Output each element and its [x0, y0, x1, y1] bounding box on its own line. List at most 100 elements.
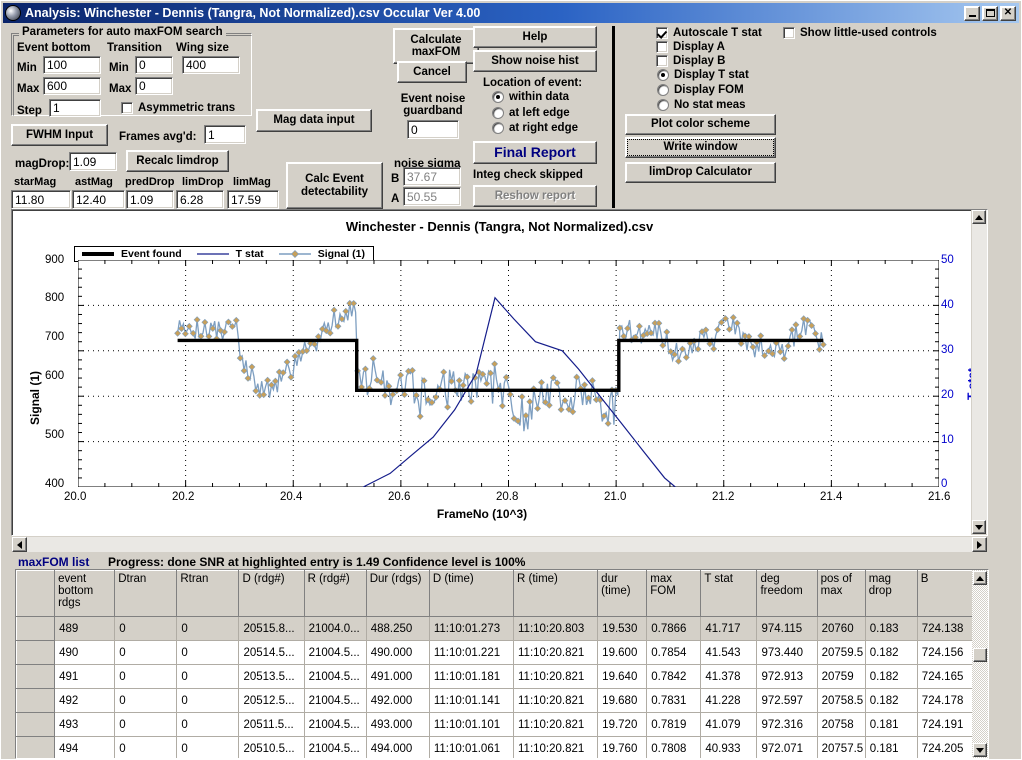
- table-cell[interactable]: 20514.5...: [238, 640, 305, 665]
- table-vertical-scrollbar[interactable]: [972, 570, 988, 758]
- table-cell[interactable]: 41.079: [700, 712, 758, 737]
- table-scroll-down-button[interactable]: [973, 743, 987, 757]
- table-cell[interactable]: 20757.5: [816, 736, 866, 758]
- table-col-d-time[interactable]: D (time): [428, 570, 515, 617]
- table-cell[interactable]: 0.182: [864, 664, 918, 689]
- table-col-max-fom[interactable]: max FOM: [646, 570, 702, 617]
- table-cell[interactable]: 490.000: [365, 640, 430, 665]
- frames-avgd-input[interactable]: 1: [204, 125, 246, 144]
- table-cell[interactable]: 0: [176, 640, 240, 665]
- table-cell[interactable]: 20511.5...: [238, 712, 305, 737]
- table-col-t-stat[interactable]: T stat: [700, 570, 758, 617]
- show-noise-hist-button[interactable]: Show noise hist: [473, 50, 597, 72]
- table-cell[interactable]: 0.182: [864, 688, 918, 713]
- chart-scroll-down-button[interactable]: [972, 520, 986, 534]
- table-cell[interactable]: 20759.5: [816, 640, 866, 665]
- recalc-limdrop-button[interactable]: Recalc limdrop: [126, 150, 229, 172]
- table-cell[interactable]: 0: [114, 688, 178, 713]
- table-cell[interactable]: 21004.5...: [303, 712, 367, 737]
- table-col-mag-drop[interactable]: mag drop: [864, 570, 918, 617]
- reshow-report-button[interactable]: Reshow report: [473, 185, 597, 207]
- table-cell[interactable]: 11:10:20.821: [512, 712, 599, 737]
- table-scroll-thumb[interactable]: [973, 648, 987, 662]
- table-cell[interactable]: 11:10:20.821: [512, 640, 599, 665]
- table-cell[interactable]: 20759: [816, 664, 866, 689]
- table-cell[interactable]: 724.178: [916, 688, 974, 713]
- table-row-handle[interactable]: [16, 664, 56, 689]
- table-cell[interactable]: 11:10:20.821: [512, 664, 599, 689]
- table-cell[interactable]: 494.000: [365, 736, 430, 758]
- table-cell[interactable]: 11:10:20.803: [512, 616, 599, 641]
- table-cell[interactable]: 11:10:01.101: [428, 712, 515, 737]
- help-button[interactable]: Help: [473, 26, 597, 48]
- table-cell[interactable]: 0: [176, 616, 240, 641]
- table-cell[interactable]: 974.115: [756, 616, 818, 641]
- mag-data-input-button[interactable]: Mag data input: [256, 109, 372, 132]
- limdrop-calculator-button[interactable]: limDrop Calculator: [625, 162, 776, 183]
- table-cell[interactable]: 492: [54, 688, 116, 713]
- table-cell[interactable]: 0.182: [864, 640, 918, 665]
- table-cell[interactable]: 21004.5...: [303, 640, 367, 665]
- table-cell[interactable]: 20760: [816, 616, 866, 641]
- table-cell[interactable]: 19.600: [597, 640, 648, 665]
- table-cell[interactable]: 973.440: [756, 640, 818, 665]
- plot-color-scheme-button[interactable]: Plot color scheme: [625, 114, 776, 135]
- radio-within-data[interactable]: within data: [492, 91, 569, 103]
- magdrop-input[interactable]: 1.09: [69, 152, 117, 171]
- table-cell[interactable]: 11:10:20.821: [512, 688, 599, 713]
- chart-scroll-up-button[interactable]: [972, 210, 986, 224]
- table-cell[interactable]: 11:10:01.221: [428, 640, 515, 665]
- autoscale-tstat-checkbox[interactable]: Autoscale T stat: [656, 27, 762, 39]
- table-cell[interactable]: 11:10:01.273: [428, 616, 515, 641]
- table-cell[interactable]: 493: [54, 712, 116, 737]
- table-cell[interactable]: 492.000: [365, 688, 430, 713]
- table-col-dtran[interactable]: Dtran: [114, 570, 178, 617]
- table-cell[interactable]: 20513.5...: [238, 664, 305, 689]
- event-noise-guardband-input[interactable]: 0: [407, 120, 459, 139]
- table-cell[interactable]: 724.156: [916, 640, 974, 665]
- table-row-handle[interactable]: [16, 688, 56, 713]
- table-cell[interactable]: 40.933: [700, 736, 758, 758]
- table-col-event-bottom-rdgs[interactable]: event bottom rdgs: [54, 570, 116, 617]
- table-cell[interactable]: 41.378: [700, 664, 758, 689]
- table-cell[interactable]: 20758: [816, 712, 866, 737]
- radio-display-fom[interactable]: Display FOM: [657, 84, 744, 96]
- table-col-rtran[interactable]: Rtran: [176, 570, 240, 617]
- table-col-b[interactable]: B: [916, 570, 974, 617]
- table-cell[interactable]: 11:10:01.181: [428, 664, 515, 689]
- table-row-handle[interactable]: [16, 616, 56, 641]
- table-cell[interactable]: 0: [114, 664, 178, 689]
- table-cell[interactable]: 0: [176, 688, 240, 713]
- table-cell[interactable]: 21004.5...: [303, 664, 367, 689]
- table-cell[interactable]: 724.205: [916, 736, 974, 758]
- radio-no-stat-meas[interactable]: No stat meas: [657, 99, 746, 111]
- table-cell[interactable]: 0: [176, 736, 240, 758]
- calc-event-detectability-button[interactable]: Calc Event detectability: [286, 162, 383, 209]
- table-cell[interactable]: 0: [114, 712, 178, 737]
- table-cell[interactable]: 0: [176, 664, 240, 689]
- table-cell[interactable]: 0: [114, 736, 178, 758]
- table-cell[interactable]: 19.680: [597, 688, 648, 713]
- table-row-handle[interactable]: [16, 712, 56, 737]
- table-cell[interactable]: 20758.5: [816, 688, 866, 713]
- event-bottom-max-input[interactable]: 600: [43, 77, 101, 95]
- table-cell[interactable]: 0.7831: [646, 688, 702, 713]
- chart-horizontal-scrollbar[interactable]: [11, 536, 988, 553]
- table-cell[interactable]: 0.7808: [646, 736, 702, 758]
- wing-size-input[interactable]: 400: [182, 56, 240, 74]
- radio-display-tstat[interactable]: Display T stat: [657, 69, 749, 81]
- table-cell[interactable]: 11:10:20.821: [512, 736, 599, 758]
- table-cell[interactable]: 41.543: [700, 640, 758, 665]
- table-row[interactable]: 492 0 0 20512.5... 21004.5... 492.000 11:10:01…: [16, 688, 974, 713]
- table-cell[interactable]: 972.597: [756, 688, 818, 713]
- asymmetric-trans-checkbox[interactable]: Asymmetric trans: [121, 102, 235, 114]
- table-row[interactable]: 494 0 0 20510.5... 21004.5... 494.000 11:10:01…: [16, 736, 974, 758]
- calculate-maxfom-button[interactable]: Calculate maxFOM: [393, 28, 479, 64]
- minimize-button[interactable]: [964, 5, 980, 21]
- table-col-pos-of-max[interactable]: pos of max: [816, 570, 866, 617]
- table-cell[interactable]: 21004.5...: [303, 688, 367, 713]
- radio-at-left-edge[interactable]: at left edge: [492, 107, 570, 119]
- maximize-button[interactable]: [982, 5, 998, 21]
- final-report-button[interactable]: Final Report: [473, 141, 597, 164]
- table-cell[interactable]: 19.760: [597, 736, 648, 758]
